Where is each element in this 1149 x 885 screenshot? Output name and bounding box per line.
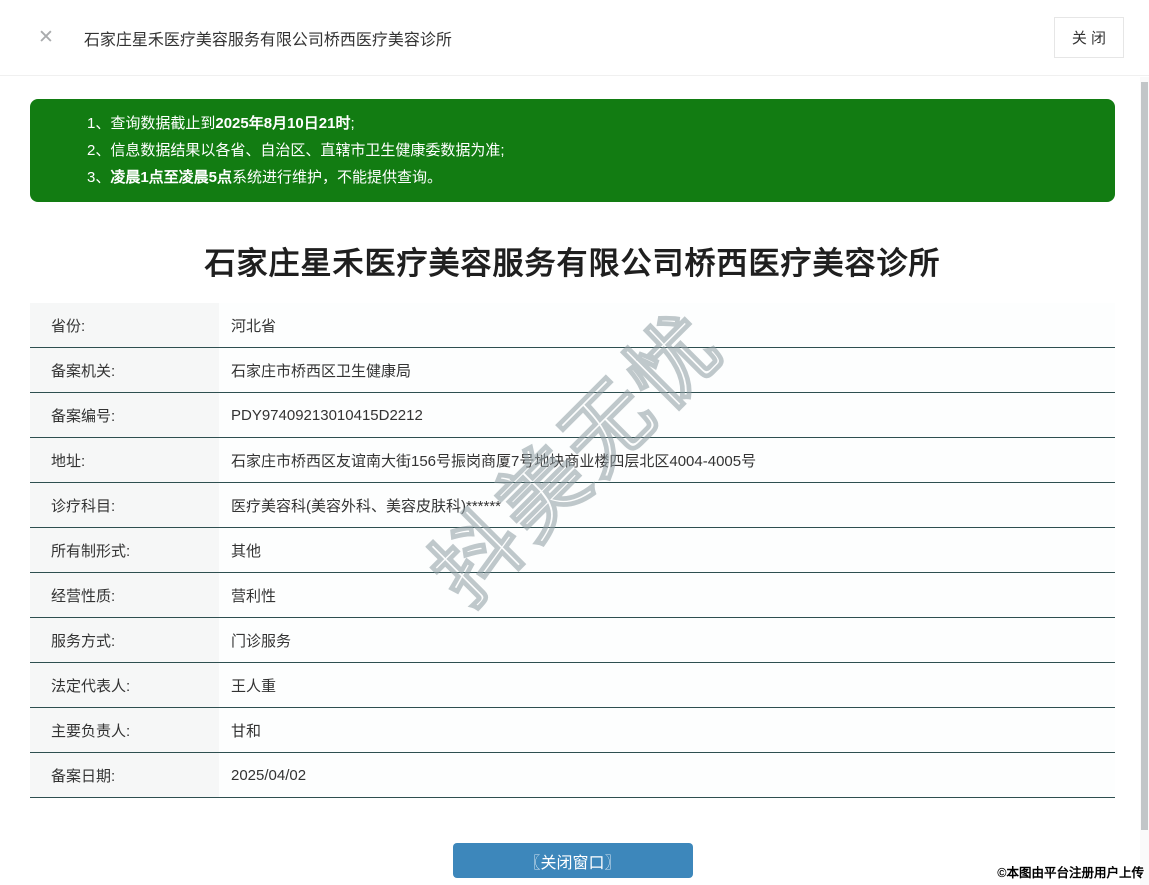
row-value: 营利性: [219, 573, 1115, 617]
notice-line-2: 2、信息数据结果以各省、自治区、直辖市卫生健康委数据为准;: [87, 137, 1095, 164]
row-value: 石家庄市桥西区卫生健康局: [219, 348, 1115, 392]
row-label: 所有制形式:: [30, 528, 219, 572]
table-row-medical-subjects: 诊疗科目: 医疗美容科(美容外科、美容皮肤科)******: [30, 483, 1115, 528]
notice-text: 信息数据结果以各省、自治区、直辖市卫生健康委数据为准;: [110, 142, 505, 159]
notice-text: ;: [350, 115, 355, 132]
notice-line-1: 1、查询数据截止到2025年8月10日21时;: [87, 110, 1095, 137]
notice-bold-text: 凌晨1点至凌晨5点: [110, 169, 233, 186]
row-label: 省份:: [30, 303, 219, 347]
dialog-title: 石家庄星禾医疗美容服务有限公司桥西医疗美容诊所: [83, 31, 452, 49]
row-value: 河北省: [219, 303, 1115, 347]
main-content: 1、查询数据截止到2025年8月10日21时; 2、信息数据结果以各省、自治区、…: [30, 99, 1115, 878]
dialog-header: ✕ 石家庄星禾医疗美容服务有限公司桥西医疗美容诊所 关 闭: [0, 0, 1149, 76]
notice-text: 查询数据截止到: [110, 115, 216, 132]
row-value: 甘和: [219, 708, 1115, 752]
row-label: 备案日期:: [30, 753, 219, 797]
table-row-filing-number: 备案编号: PDY97409213010415D2212: [30, 393, 1115, 438]
row-label: 诊疗科目:: [30, 483, 219, 527]
table-row-business-nature: 经营性质: 营利性: [30, 573, 1115, 618]
table-row-address: 地址: 石家庄市桥西区友谊南大街156号振岗商厦7号地块商业楼四层北区4004-…: [30, 438, 1115, 483]
notice-line-3: 3、凌晨1点至凌晨5点系统进行维护，不能提供查询。: [87, 164, 1095, 191]
row-label: 主要负责人:: [30, 708, 219, 752]
registration-dialog: ✕ 石家庄星禾医疗美容服务有限公司桥西医疗美容诊所 关 闭 1、查询数据截止到2…: [0, 0, 1149, 885]
info-table: 省份: 河北省 备案机关: 石家庄市桥西区卫生健康局 备案编号: PDY9740…: [30, 303, 1115, 798]
row-value: 其他: [219, 528, 1115, 572]
row-label: 服务方式:: [30, 618, 219, 662]
notice-number: 1、: [87, 115, 111, 132]
row-label: 备案机关:: [30, 348, 219, 392]
row-value: 医疗美容科(美容外科、美容皮肤科)******: [219, 483, 1115, 527]
notice-number: 3、: [87, 169, 111, 186]
clinic-name-title: 石家庄星禾医疗美容服务有限公司桥西医疗美容诊所: [204, 246, 941, 281]
notice-bold-text: 2025年8月10日21时: [215, 115, 351, 132]
notice-number: 2、: [87, 142, 111, 159]
scrollbar-thumb[interactable]: [1141, 82, 1148, 830]
row-label: 经营性质:: [30, 573, 219, 617]
close-window-button[interactable]: 〖关闭窗口〗: [452, 843, 693, 878]
copyright-note: ©本图由平台注册用户上传: [997, 866, 1144, 880]
table-row-filing-date: 备案日期: 2025/04/02: [30, 753, 1115, 798]
notice-banner: 1、查询数据截止到2025年8月10日21时; 2、信息数据结果以各省、自治区、…: [30, 99, 1115, 202]
row-label: 备案编号:: [30, 393, 219, 437]
row-value: 石家庄市桥西区友谊南大街156号振岗商厦7号地块商业楼四层北区4004-4005…: [219, 438, 1115, 482]
close-icon[interactable]: ✕: [38, 28, 54, 47]
table-row-person-in-charge: 主要负责人: 甘和: [30, 708, 1115, 753]
close-button[interactable]: 关 闭: [1053, 17, 1124, 58]
row-value: PDY97409213010415D2212: [219, 393, 1115, 437]
table-row-filing-authority: 备案机关: 石家庄市桥西区卫生健康局: [30, 348, 1115, 393]
row-label: 法定代表人:: [30, 663, 219, 707]
row-value: 王人重: [219, 663, 1115, 707]
table-row-ownership-form: 所有制形式: 其他: [30, 528, 1115, 573]
table-row-service-mode: 服务方式: 门诊服务: [30, 618, 1115, 663]
row-value: 2025/04/02: [219, 753, 1115, 797]
table-row-legal-representative: 法定代表人: 王人重: [30, 663, 1115, 708]
table-row-province: 省份: 河北省: [30, 303, 1115, 348]
notice-text: 系统进行维护，不能提供查询。: [232, 169, 443, 186]
row-value: 门诊服务: [219, 618, 1115, 662]
row-label: 地址:: [30, 438, 219, 482]
scrollbar-track[interactable]: [1140, 77, 1149, 885]
